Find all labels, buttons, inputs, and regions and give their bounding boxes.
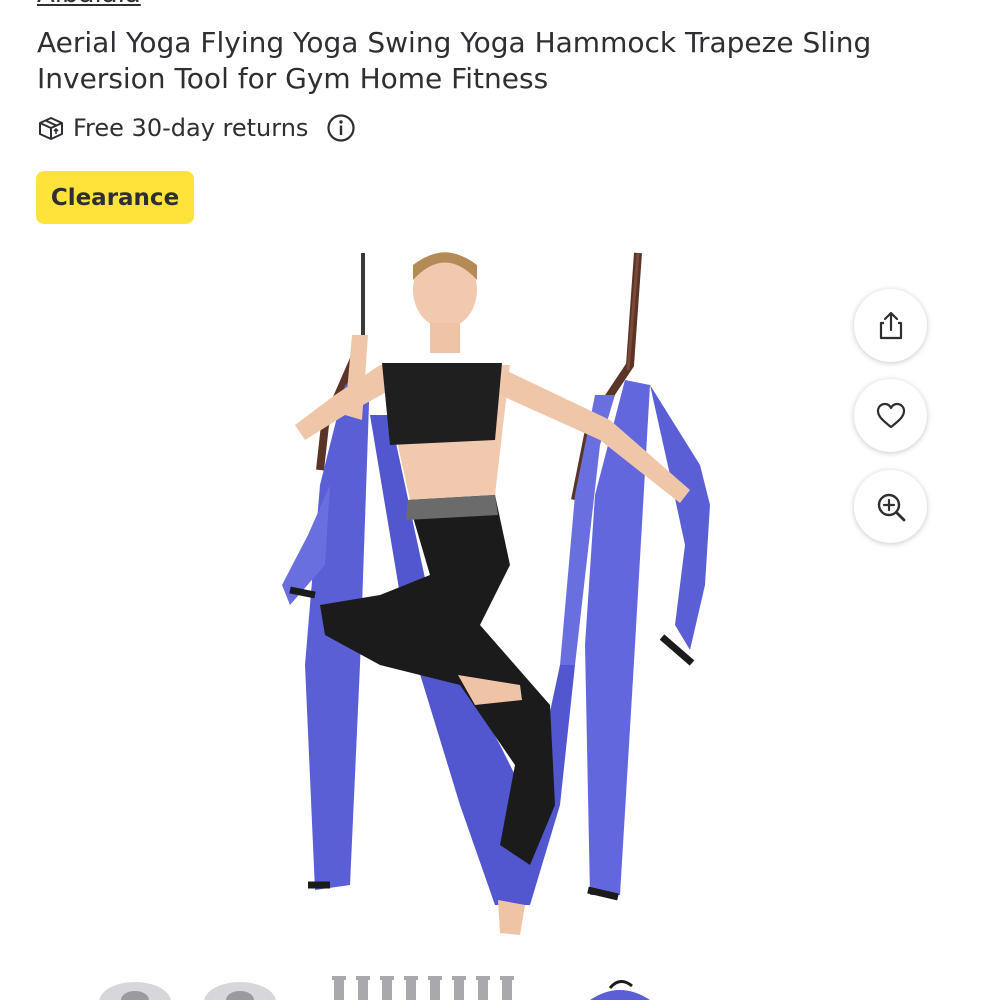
share-button[interactable] — [854, 289, 927, 362]
zoom-in-icon — [877, 493, 905, 521]
favorite-button[interactable] — [854, 379, 927, 452]
share-icon — [879, 311, 902, 339]
zoom-button[interactable] — [854, 470, 927, 543]
clearance-badge: Clearance — [36, 171, 194, 224]
brand-link[interactable]: Aibaiaia — [37, 0, 141, 8]
info-icon[interactable] — [326, 113, 356, 143]
returns-label: Free 30-day returns — [73, 114, 309, 142]
product-image[interactable] — [230, 245, 770, 935]
thumbnail-strip — [0, 970, 1000, 1000]
heart-icon — [876, 402, 905, 428]
returns-row: Free 30-day returns — [37, 112, 356, 144]
thumbnail-screws[interactable] — [330, 970, 520, 1000]
thumbnail-mount-2[interactable] — [200, 970, 280, 1000]
thumbnail-bag[interactable] — [580, 970, 660, 1000]
package-return-icon — [39, 117, 63, 140]
thumbnail-mount-1[interactable] — [95, 970, 175, 1000]
product-title: Aerial Yoga Flying Yoga Swing Yoga Hammo… — [37, 26, 872, 95]
